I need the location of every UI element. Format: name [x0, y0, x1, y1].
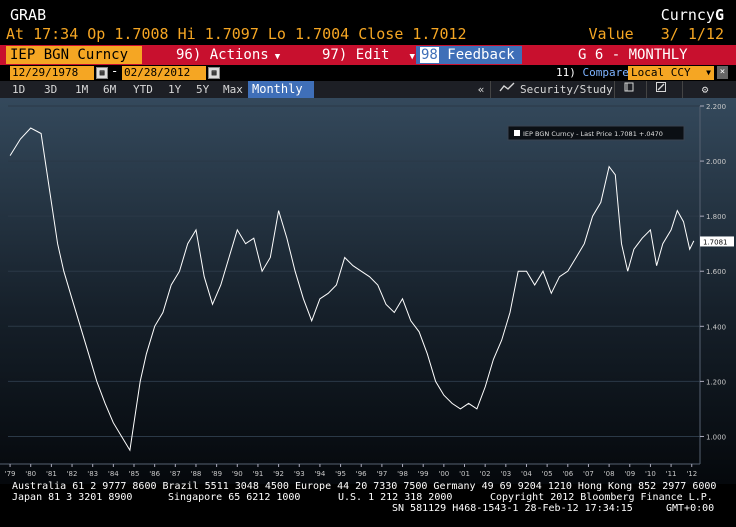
actions-menu[interactable]: 96) Actions ▼	[176, 45, 280, 65]
dropdown-arrow-icon: ▼	[409, 52, 415, 62]
x-tick-label: '10	[645, 470, 656, 478]
collapse-icon[interactable]: «	[474, 81, 488, 98]
divider	[490, 81, 491, 98]
footer-line-2a: Japan 81 3 3201 8900	[12, 492, 133, 503]
x-tick-label: '87	[170, 470, 181, 478]
currency-select[interactable]: Local CCY ▼	[628, 66, 714, 80]
divider	[682, 81, 683, 98]
footer-line-2c: U.S. 1 212 318 2000	[338, 492, 453, 503]
x-tick-label: '94	[314, 470, 325, 478]
feedback-button[interactable]: 98 Feedback	[416, 46, 522, 64]
ticker-field[interactable]: IEP BGN Curncy	[6, 46, 142, 64]
start-date-field[interactable]: 12/29/1978	[10, 66, 94, 80]
function-key: G	[714, 6, 724, 24]
x-tick-label: '80	[25, 470, 36, 478]
dropdown-arrow-icon: ▼	[274, 52, 281, 62]
x-tick-label: '12	[686, 470, 697, 478]
close-icon[interactable]: ×	[717, 66, 728, 79]
x-tick-label: '92	[273, 470, 284, 478]
divider	[646, 81, 647, 98]
legend-swatch	[514, 130, 520, 136]
gear-icon[interactable]: ⚙	[696, 81, 714, 98]
period-1d[interactable]: 1D	[12, 82, 25, 97]
x-tick-label: '89	[211, 470, 222, 478]
chart-background	[0, 98, 736, 484]
x-tick-label: '96	[356, 470, 367, 478]
bookmark-icon[interactable]	[620, 81, 638, 98]
value-page-indicator: Value 3/ 1/12	[588, 25, 724, 43]
x-tick-label: '84	[108, 470, 119, 478]
x-tick-label: '91	[253, 470, 264, 478]
x-tick-label: '02	[480, 470, 491, 478]
calendar-icon[interactable]: ▦	[208, 67, 220, 79]
x-tick-label: '82	[67, 470, 78, 478]
x-tick-label: '01	[459, 470, 470, 478]
security-study-button[interactable]: Security/Study	[520, 81, 613, 98]
x-tick-label: '11	[666, 470, 677, 478]
period-6m[interactable]: 6M	[103, 82, 116, 97]
x-tick-label: '79	[5, 470, 16, 478]
edit-icon[interactable]	[652, 81, 670, 98]
x-tick-label: '93	[294, 470, 305, 478]
line-chart-icon[interactable]	[496, 81, 518, 98]
security-type: CurncyG	[660, 6, 724, 24]
y-tick-label: 1.400	[706, 323, 726, 331]
window-title: GRAB	[10, 6, 47, 24]
y-tick-label: 1.800	[706, 213, 726, 221]
x-tick-label: '98	[397, 470, 408, 478]
footer-line-2b: Singapore 65 6212 1000	[168, 492, 301, 503]
x-tick-label: '88	[191, 470, 202, 478]
divider	[614, 81, 615, 98]
footer-line-2d: Copyright 2012 Bloomberg Finance L.P.	[490, 492, 713, 503]
period-5y[interactable]: 5Y	[196, 82, 209, 97]
footer-line-3: SN 581129 H468-1543-1 28-Feb-12 17:34:15	[392, 503, 633, 514]
period-3d[interactable]: 3D	[44, 82, 57, 97]
x-tick-label: '04	[521, 470, 532, 478]
y-tick-label: 1.000	[706, 433, 726, 441]
period-max[interactable]: Max	[223, 82, 243, 97]
x-tick-label: '81	[46, 470, 57, 478]
footer-line-1: Australia 61 2 9777 8600 Brazil 5511 304…	[12, 481, 717, 492]
frequency-select[interactable]: Monthly ▼	[248, 81, 314, 113]
quote-line: At 17:34 Op 1.7008 Hi 1.7097 Lo 1.7004 C…	[6, 25, 467, 43]
date-separator-icon: -	[111, 64, 119, 78]
y-tick-label: 1.600	[706, 268, 726, 276]
legend-label: IEP BGN Curncy - Last Price 1.7081 +.047…	[523, 130, 663, 138]
chart-id: G 6 - MONTHLY	[578, 47, 688, 63]
x-tick-label: '08	[604, 470, 615, 478]
edit-menu[interactable]: 97) Edit ▼	[322, 45, 415, 65]
x-tick-label: '83	[87, 470, 98, 478]
x-tick-label: '06	[562, 470, 573, 478]
x-tick-label: '95	[335, 470, 346, 478]
price-chart[interactable]: 1.000 1.200 1.400 1.600 1.800 2.000 2.200 '79 '8…	[0, 98, 736, 484]
calendar-icon[interactable]: ▦	[96, 67, 108, 79]
period-ytd[interactable]: YTD	[133, 82, 153, 97]
chevron-down-icon: ▼	[706, 68, 711, 77]
x-tick-label: '99	[418, 470, 429, 478]
last-price-label: 1.7081	[703, 238, 728, 246]
x-tick-label: '05	[542, 470, 553, 478]
footer-timezone: GMT+0:00	[666, 503, 715, 514]
x-tick-label: '85	[129, 470, 140, 478]
period-1y[interactable]: 1Y	[168, 82, 181, 97]
x-tick-label: '09	[624, 470, 635, 478]
y-tick-label: 2.200	[706, 103, 726, 111]
y-tick-label: 1.200	[706, 378, 726, 386]
period-1m[interactable]: 1M	[75, 82, 88, 97]
x-tick-label: '07	[583, 470, 594, 478]
compare-button[interactable]: 11) Compare	[556, 66, 629, 80]
y-tick-label: 2.000	[706, 158, 726, 166]
x-tick-label: '00	[438, 470, 449, 478]
x-tick-label: '97	[376, 470, 387, 478]
x-tick-label: '90	[232, 470, 243, 478]
x-tick-label: '86	[149, 470, 160, 478]
end-date-field[interactable]: 02/28/2012	[122, 66, 206, 80]
x-tick-label: '03	[500, 470, 511, 478]
